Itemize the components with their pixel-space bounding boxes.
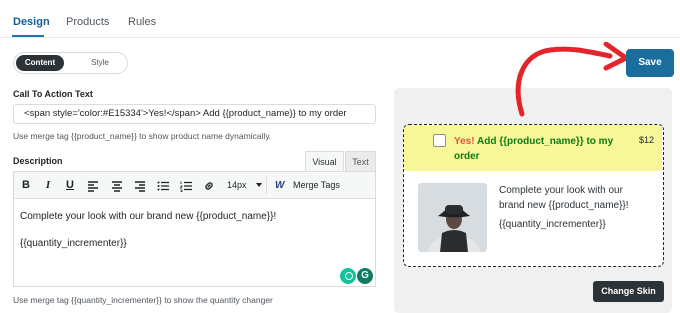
align-right-icon[interactable] xyxy=(132,178,148,193)
preview-price: $12 xyxy=(638,135,654,145)
italic-icon[interactable]: I xyxy=(40,178,56,193)
preview-desc-line-2: {{quantity_incrementer}} xyxy=(499,219,606,230)
editor-line-2: {{quantity_incrementer}} xyxy=(20,238,127,249)
tab-rules[interactable]: Rules xyxy=(128,16,156,28)
red-arrow-annotation xyxy=(515,42,629,117)
preview-desc-line-1: Complete your look with our brand new {{… xyxy=(499,185,629,211)
description-editor: B I U 14px W Merge Tags Complete your lo… xyxy=(13,171,376,287)
toggle-style[interactable]: Style xyxy=(76,55,124,71)
tab-design[interactable]: Design xyxy=(13,16,50,28)
cta-label: Call To Action Text xyxy=(13,89,93,99)
font-size-select[interactable]: 14px xyxy=(223,177,267,194)
save-button[interactable]: Save xyxy=(626,49,674,77)
cta-text-input[interactable]: <span style='color:#E15334'>Yes!</span> … xyxy=(13,104,376,124)
preview-header: Yes! Add {{product_name}} to my order $1… xyxy=(404,125,662,171)
change-skin-button[interactable]: Change Skin xyxy=(593,281,664,302)
bold-icon[interactable]: B xyxy=(18,178,34,193)
font-size-value: 14px xyxy=(227,180,247,190)
active-tab-indicator xyxy=(12,35,44,37)
editor-toolbar: B I U 14px W Merge Tags xyxy=(14,172,375,199)
description-label: Description xyxy=(13,156,63,166)
settings-tabs: Design Products Rules xyxy=(0,0,680,38)
toggle-content[interactable]: Content xyxy=(16,55,64,71)
chevron-down-icon xyxy=(256,183,262,187)
grammarly-icon[interactable]: G xyxy=(357,268,373,284)
preview-yes: Yes! xyxy=(454,136,475,147)
preview-description: Complete your look with our brand new {{… xyxy=(499,183,649,236)
content-style-toggle: Content Style xyxy=(13,52,128,74)
merge-tags-button[interactable]: W Merge Tags xyxy=(273,177,340,194)
tab-products[interactable]: Products xyxy=(66,16,109,28)
tab-visual[interactable]: Visual xyxy=(305,151,344,172)
align-left-icon[interactable] xyxy=(85,178,101,193)
align-center-icon[interactable] xyxy=(109,178,125,193)
tab-text[interactable]: Text xyxy=(345,151,376,172)
bulleted-list-icon[interactable] xyxy=(155,178,171,193)
preview-checkbox[interactable] xyxy=(433,134,446,147)
order-bump-preview: Yes! Add {{product_name}} to my order $1… xyxy=(403,124,664,267)
preview-headline-text: Add {{product_name}} to my order xyxy=(454,136,614,162)
cta-hint: Use merge tag {{product_name}} to show p… xyxy=(13,131,272,141)
underline-icon[interactable]: U xyxy=(62,178,78,193)
editor-line-1: Complete your look with our brand new {{… xyxy=(20,211,277,222)
merge-tags-label: Merge Tags xyxy=(293,180,340,190)
numbered-list-icon[interactable] xyxy=(178,178,194,193)
link-icon[interactable] xyxy=(201,178,217,193)
editor-content[interactable]: Complete your look with our brand new {{… xyxy=(20,210,276,264)
product-image xyxy=(418,183,487,252)
merge-tags-icon: W xyxy=(275,180,285,191)
grammarly-assist-icon[interactable] xyxy=(340,268,356,284)
preview-headline: Yes! Add {{product_name}} to my order xyxy=(454,134,614,164)
description-hint: Use merge tag {{quantity_incrementer}} t… xyxy=(13,295,273,305)
